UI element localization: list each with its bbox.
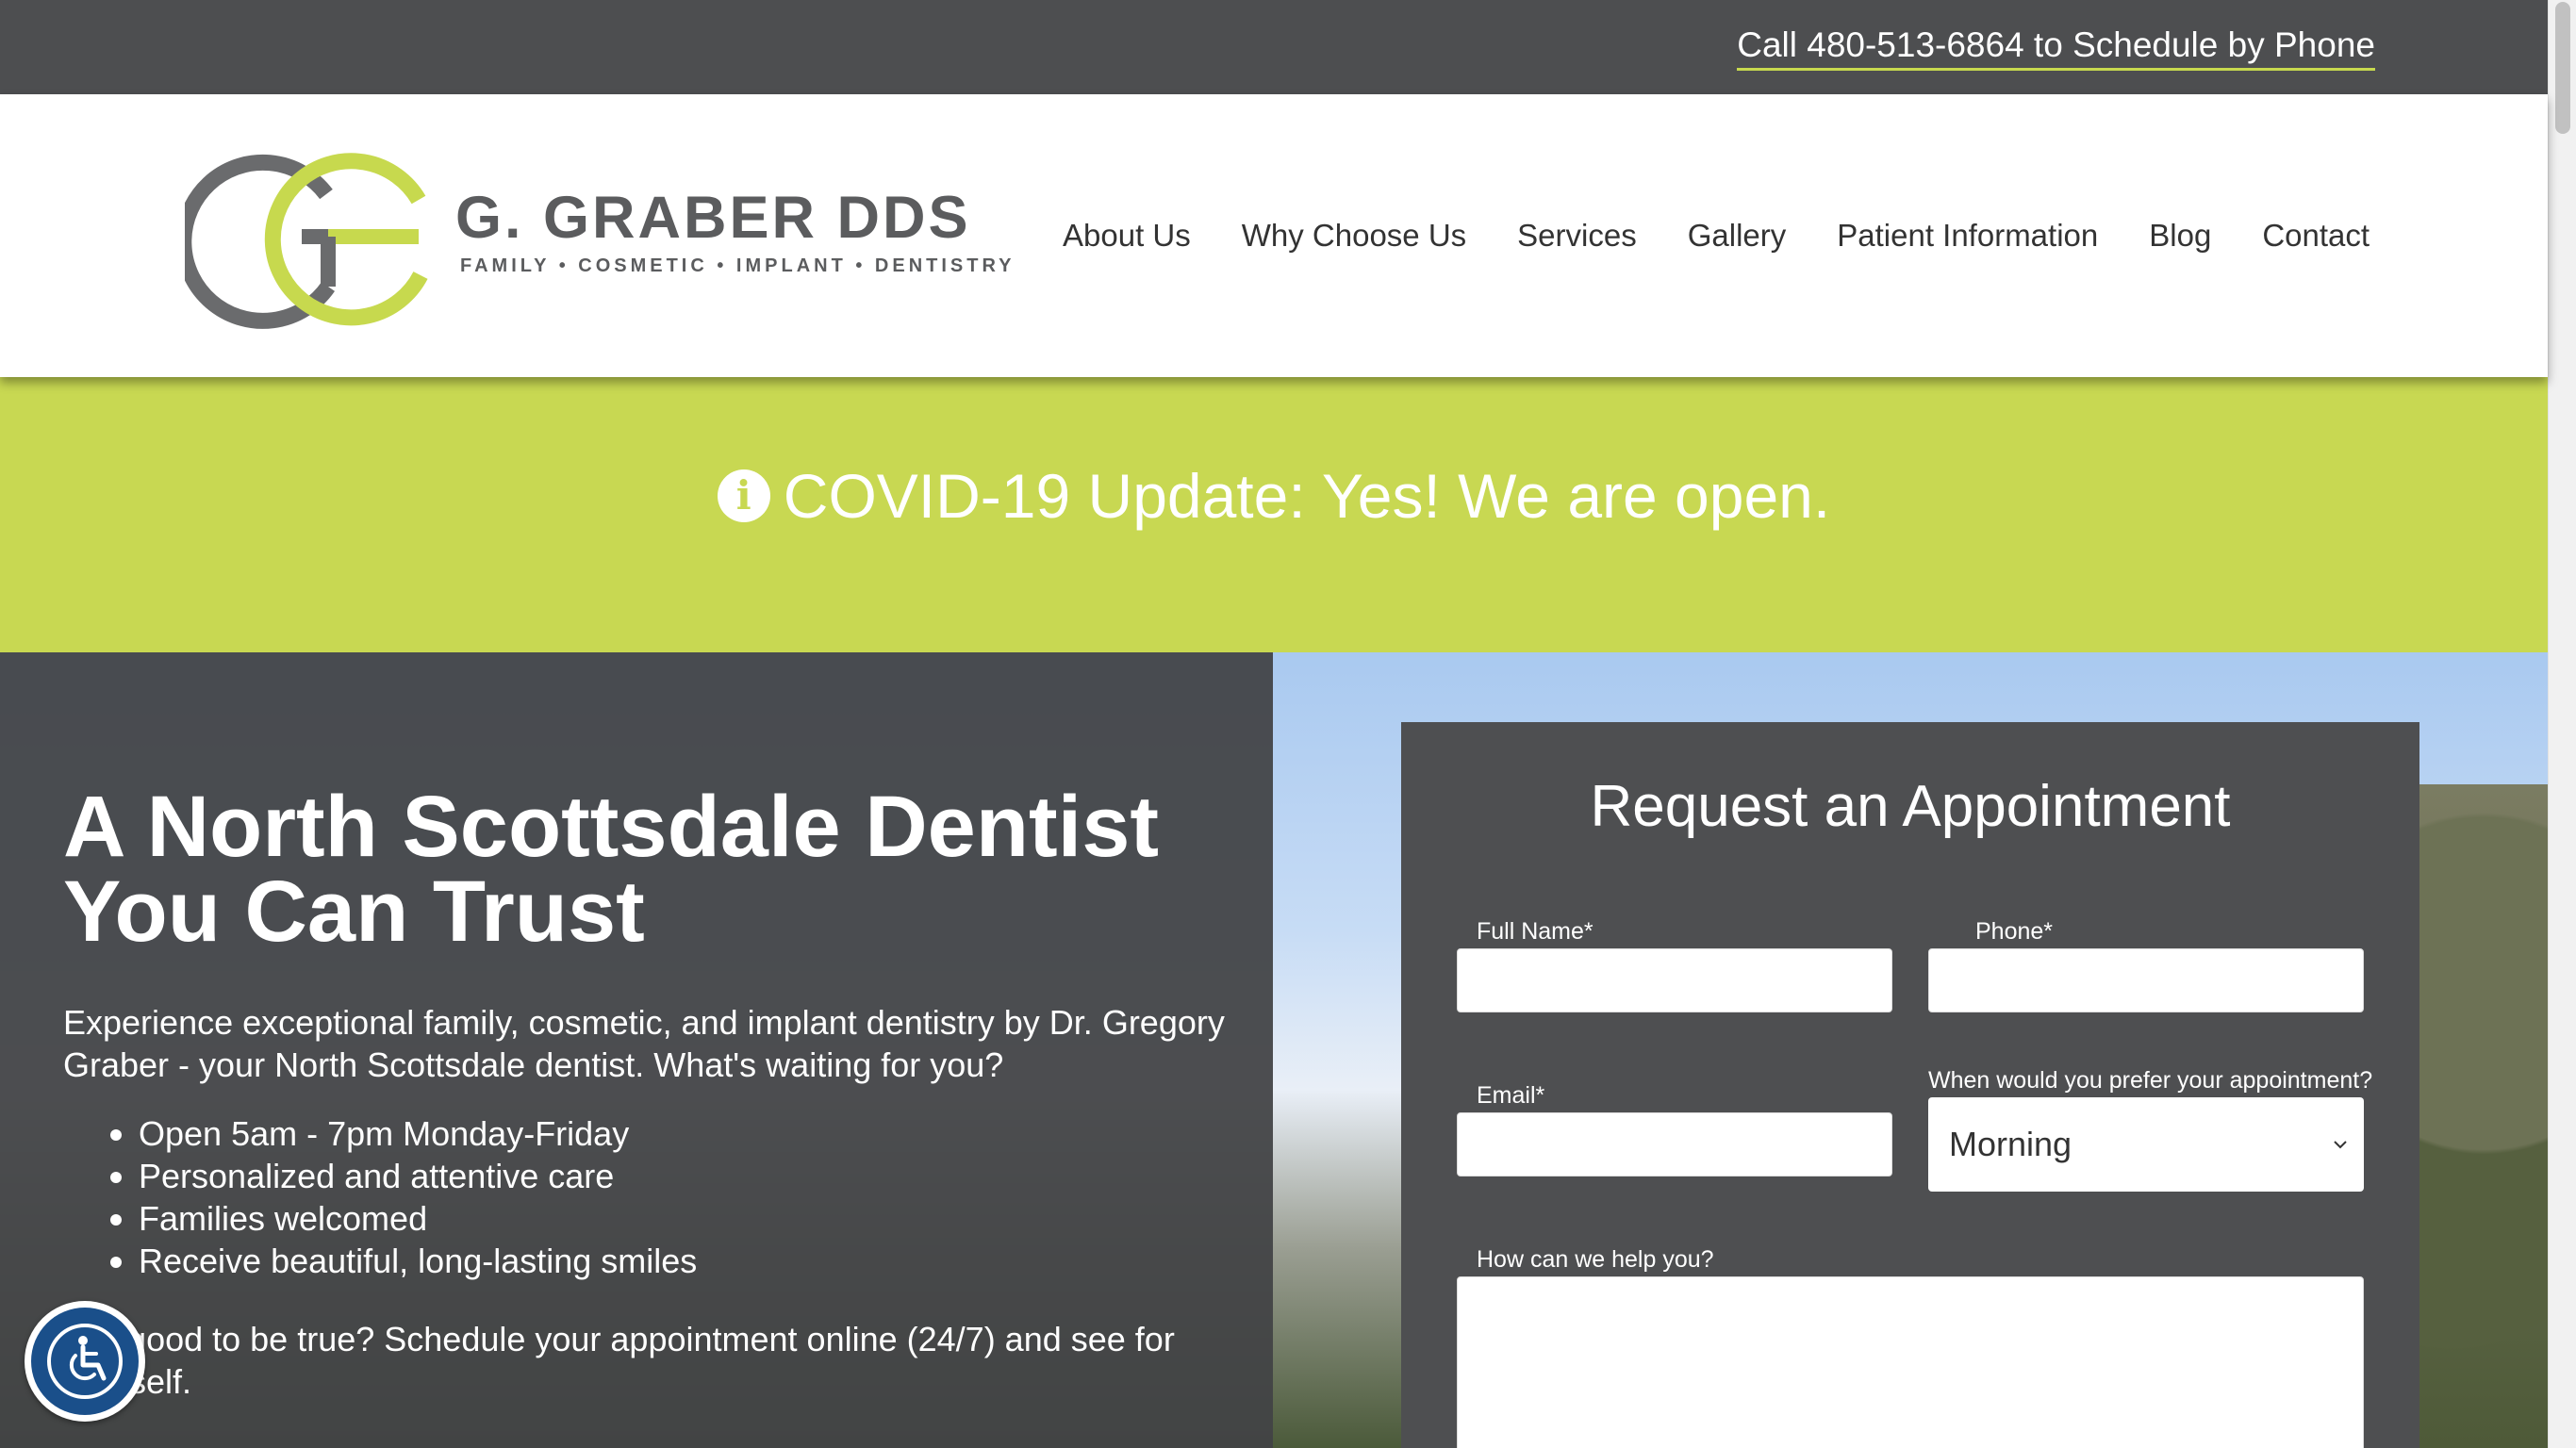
wheelchair-icon	[47, 1324, 123, 1399]
phone-label: Phone*	[1975, 918, 2054, 945]
scrollbar-thumb[interactable]	[2555, 2, 2570, 134]
appointment-preference-label: When would you prefer your appointment?	[1928, 1067, 2373, 1094]
accessibility-button-inner	[31, 1308, 139, 1415]
nav-blog[interactable]: Blog	[2149, 218, 2211, 254]
email-label: Email*	[1477, 1082, 1545, 1109]
logo-name: G. GRABER DDS	[455, 185, 971, 251]
phone-input[interactable]	[1928, 948, 2364, 1012]
nav-about-us[interactable]: About Us	[1063, 218, 1191, 254]
appointment-preference-select[interactable]: Morning	[1928, 1097, 2364, 1192]
list-item: Receive beautiful, long-lasting smiles	[110, 1240, 1261, 1282]
list-item: Personalized and attentive care	[110, 1155, 1261, 1197]
page-scrollbar[interactable]	[2548, 0, 2576, 1448]
hero-title-line2: You Can Trust	[63, 864, 645, 960]
accessibility-button[interactable]	[25, 1301, 145, 1422]
full-name-label: Full Name*	[1477, 918, 1593, 945]
main-nav: About Us Why Choose Us Services Gallery …	[1063, 94, 2370, 377]
logo-tagline: FAMILY • COSMETIC • IMPLANT • DENTISTRY	[460, 255, 1016, 276]
message-textarea[interactable]	[1457, 1276, 2364, 1448]
nav-contact[interactable]: Contact	[2262, 218, 2370, 254]
hero-title-line1: A North Scottsdale Dentist	[63, 779, 1160, 875]
appointment-preference-value: Morning	[1949, 1125, 2072, 1163]
site-logo[interactable]: G. GRABER DDS FAMILY • COSMETIC • IMPLAN…	[185, 145, 1012, 329]
nav-gallery[interactable]: Gallery	[1688, 218, 1787, 254]
email-input[interactable]	[1457, 1112, 1892, 1176]
chevron-down-icon	[2334, 1141, 2347, 1149]
top-bar: Call 480-513-6864 to Schedule by Phone	[0, 0, 2548, 94]
call-to-schedule-link[interactable]: Call 480-513-6864 to Schedule by Phone	[1737, 25, 2375, 71]
hero-intro: Experience exceptional family, cosmetic,…	[63, 1003, 1225, 1084]
message-label: How can we help you?	[1477, 1246, 1714, 1273]
form-title: Request an Appointment	[1590, 774, 2231, 839]
covid-update-text: COVID-19 Update: Yes! We are open.	[783, 461, 1831, 531]
hero-section: A North Scottsdale Dentist You Can Trust…	[0, 652, 2548, 1448]
hero-title: A North Scottsdale Dentist You Can Trust	[63, 783, 1261, 955]
nav-services[interactable]: Services	[1517, 218, 1637, 254]
hero-closing: Too good to be true? Schedule your appoi…	[63, 1320, 1175, 1401]
full-name-input[interactable]	[1457, 948, 1892, 1012]
list-item: Families welcomed	[110, 1197, 1261, 1240]
logo-gg-icon	[185, 153, 428, 329]
hero-copy: A North Scottsdale Dentist You Can Trust…	[63, 783, 1261, 1403]
info-icon: i	[717, 469, 770, 522]
hero-benefits-list: Open 5am - 7pm Monday-Friday Personalize…	[110, 1112, 1261, 1282]
nav-why-choose-us[interactable]: Why Choose Us	[1242, 218, 1466, 254]
appointment-form: Request an Appointment Full Name* Phone*…	[1401, 722, 2419, 1448]
nav-patient-information[interactable]: Patient Information	[1837, 218, 2098, 254]
list-item: Open 5am - 7pm Monday-Friday	[110, 1112, 1261, 1155]
site-header: G. GRABER DDS FAMILY • COSMETIC • IMPLAN…	[0, 94, 2548, 377]
covid-banner[interactable]: i COVID-19 Update: Yes! We are open.	[0, 377, 2548, 652]
